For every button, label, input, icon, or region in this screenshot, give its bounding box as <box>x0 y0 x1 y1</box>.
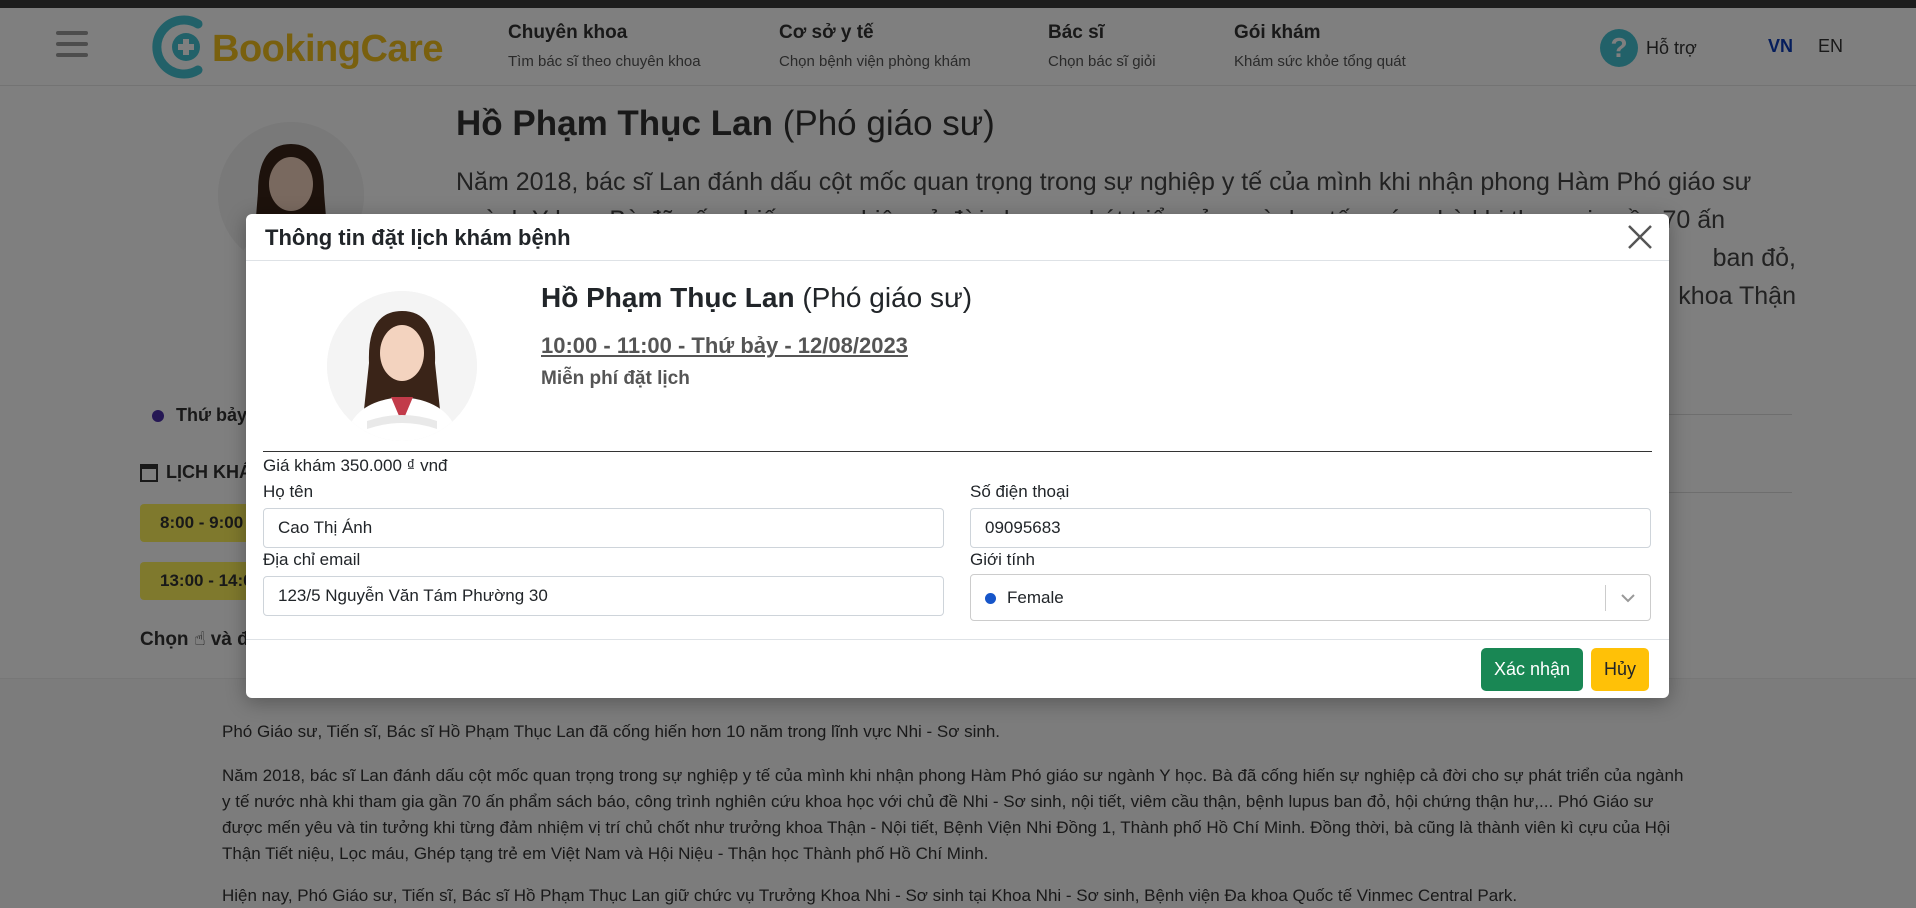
modal-title: Thông tin đặt lịch khám bệnh <box>265 225 571 250</box>
name-input[interactable] <box>263 508 944 548</box>
modal-doctor-position: (Phó giáo sư) <box>802 282 973 313</box>
divider <box>263 451 1652 452</box>
confirm-button[interactable]: Xác nhận <box>1481 648 1584 691</box>
close-icon <box>1628 225 1652 249</box>
gender-label: Giới tính <box>970 550 1036 569</box>
modal-doctor-name: Hồ Phạm Thục Lan <box>541 282 795 313</box>
price-label: Giá khám 350.000 ₫ vnđ <box>263 456 448 475</box>
booking-time: 10:00 - 11:00 - Thứ bảy - 12/08/2023 <box>541 333 908 358</box>
chevron-down-icon <box>1621 594 1635 603</box>
modal-doctor-title: Hồ Phạm Thục Lan (Phó giáo sư) <box>541 282 972 314</box>
modal-doctor-avatar <box>327 291 477 441</box>
name-label: Họ tên <box>263 482 314 501</box>
modal-body: Hồ Phạm Thục Lan (Phó giáo sư) 10:00 - 1… <box>246 261 1669 639</box>
phone-label: Số điện thoại <box>970 482 1070 501</box>
free-booking-label: Miễn phí đặt lịch <box>541 368 690 389</box>
modal-footer: Xác nhận Hủy <box>246 639 1669 698</box>
gender-dot <box>985 593 996 604</box>
doctor-portrait-icon <box>327 291 477 441</box>
gender-select[interactable]: Female <box>970 574 1651 621</box>
email-input[interactable] <box>263 576 944 616</box>
booking-modal: Thông tin đặt lịch khám bệnh Hồ Phạm Thụ… <box>246 214 1669 698</box>
phone-input[interactable] <box>970 508 1651 548</box>
select-divider <box>1605 585 1606 611</box>
email-label: Địa chỉ email <box>263 550 361 569</box>
cancel-button[interactable]: Hủy <box>1591 648 1650 691</box>
modal-header: Thông tin đặt lịch khám bệnh <box>246 214 1669 261</box>
close-button[interactable] <box>1623 220 1657 254</box>
gender-value: Female <box>1007 588 1064 607</box>
